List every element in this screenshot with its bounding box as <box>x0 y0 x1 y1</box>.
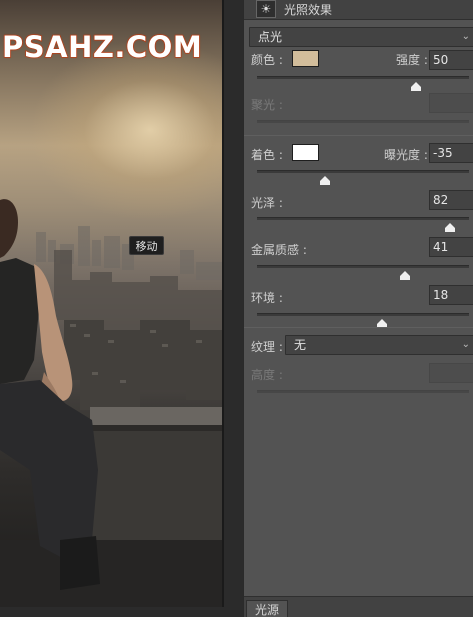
texture-value: 无 <box>294 338 307 352</box>
lighting-effects-panel: ☀ 光照效果 点光 ⌄ 颜色 : 强度 : 50 聚光 : 着色 : 曝光度 :… <box>243 0 473 617</box>
exposure-label: 曝光度 : <box>384 148 428 162</box>
section-divider <box>244 135 473 136</box>
canvas-area[interactable]: PSAHZ.COM 移动 <box>0 0 243 617</box>
panel-header: ☀ 光照效果 <box>244 0 473 20</box>
colorize-swatch[interactable] <box>292 144 319 161</box>
metallic-slider[interactable] <box>257 265 469 280</box>
ambience-input[interactable]: 18 <box>429 285 473 305</box>
height-label: 高度 : <box>251 368 283 382</box>
chevron-down-icon: ⌄ <box>461 31 470 42</box>
intensity-label: 强度 : <box>396 53 428 67</box>
ambience-slider-thumb[interactable] <box>377 319 387 328</box>
watermark-text: PSAHZ.COM <box>1 29 203 65</box>
hotspot-label: 聚光 : <box>251 98 283 112</box>
document-image[interactable]: PSAHZ.COM 移动 <box>0 0 222 607</box>
light-type-dropdown[interactable]: 点光 ⌄ <box>249 27 473 47</box>
metallic-label: 金属质感 : <box>251 243 307 257</box>
canvas-border <box>222 0 224 607</box>
chevron-down-icon: ⌄ <box>461 339 470 350</box>
intensity-input[interactable]: 50 <box>429 50 473 70</box>
hotspot-slider <box>257 120 469 123</box>
light-color-swatch[interactable] <box>292 50 319 67</box>
move-tooltip: 移动 <box>129 236 164 255</box>
gloss-slider-thumb[interactable] <box>445 223 455 232</box>
gloss-slider[interactable] <box>257 217 469 232</box>
gloss-input[interactable]: 82 <box>429 190 473 210</box>
ambience-slider[interactable] <box>257 313 469 328</box>
lighting-effects-icon: ☀ <box>256 0 276 18</box>
exposure-slider-thumb[interactable] <box>320 176 330 185</box>
metallic-slider-thumb[interactable] <box>400 271 410 280</box>
tab-light-sources[interactable]: 光源 <box>246 600 289 617</box>
colorize-label: 着色 : <box>251 148 283 162</box>
intensity-slider-thumb[interactable] <box>411 82 421 91</box>
color-label: 颜色 : <box>251 53 283 67</box>
photo-scene <box>0 199 222 607</box>
texture-dropdown[interactable]: 无 ⌄ <box>285 335 473 355</box>
section-divider <box>244 327 473 328</box>
height-input <box>429 363 473 383</box>
height-slider <box>257 390 469 393</box>
metallic-input[interactable]: 41 <box>429 237 473 257</box>
light-type-value: 点光 <box>258 30 283 44</box>
ambience-label: 环境 : <box>251 291 283 305</box>
intensity-slider[interactable] <box>257 76 469 91</box>
gloss-label: 光泽 : <box>251 196 283 210</box>
exposure-slider[interactable] <box>257 170 469 185</box>
exposure-input[interactable]: -35 <box>429 143 473 163</box>
bottom-panel-bar: 光源 <box>244 596 473 617</box>
panel-title: 光照效果 <box>284 3 333 17</box>
hotspot-input <box>429 93 473 113</box>
texture-label: 纹理 : <box>251 340 283 354</box>
canvas-bottom-margin <box>0 607 243 617</box>
